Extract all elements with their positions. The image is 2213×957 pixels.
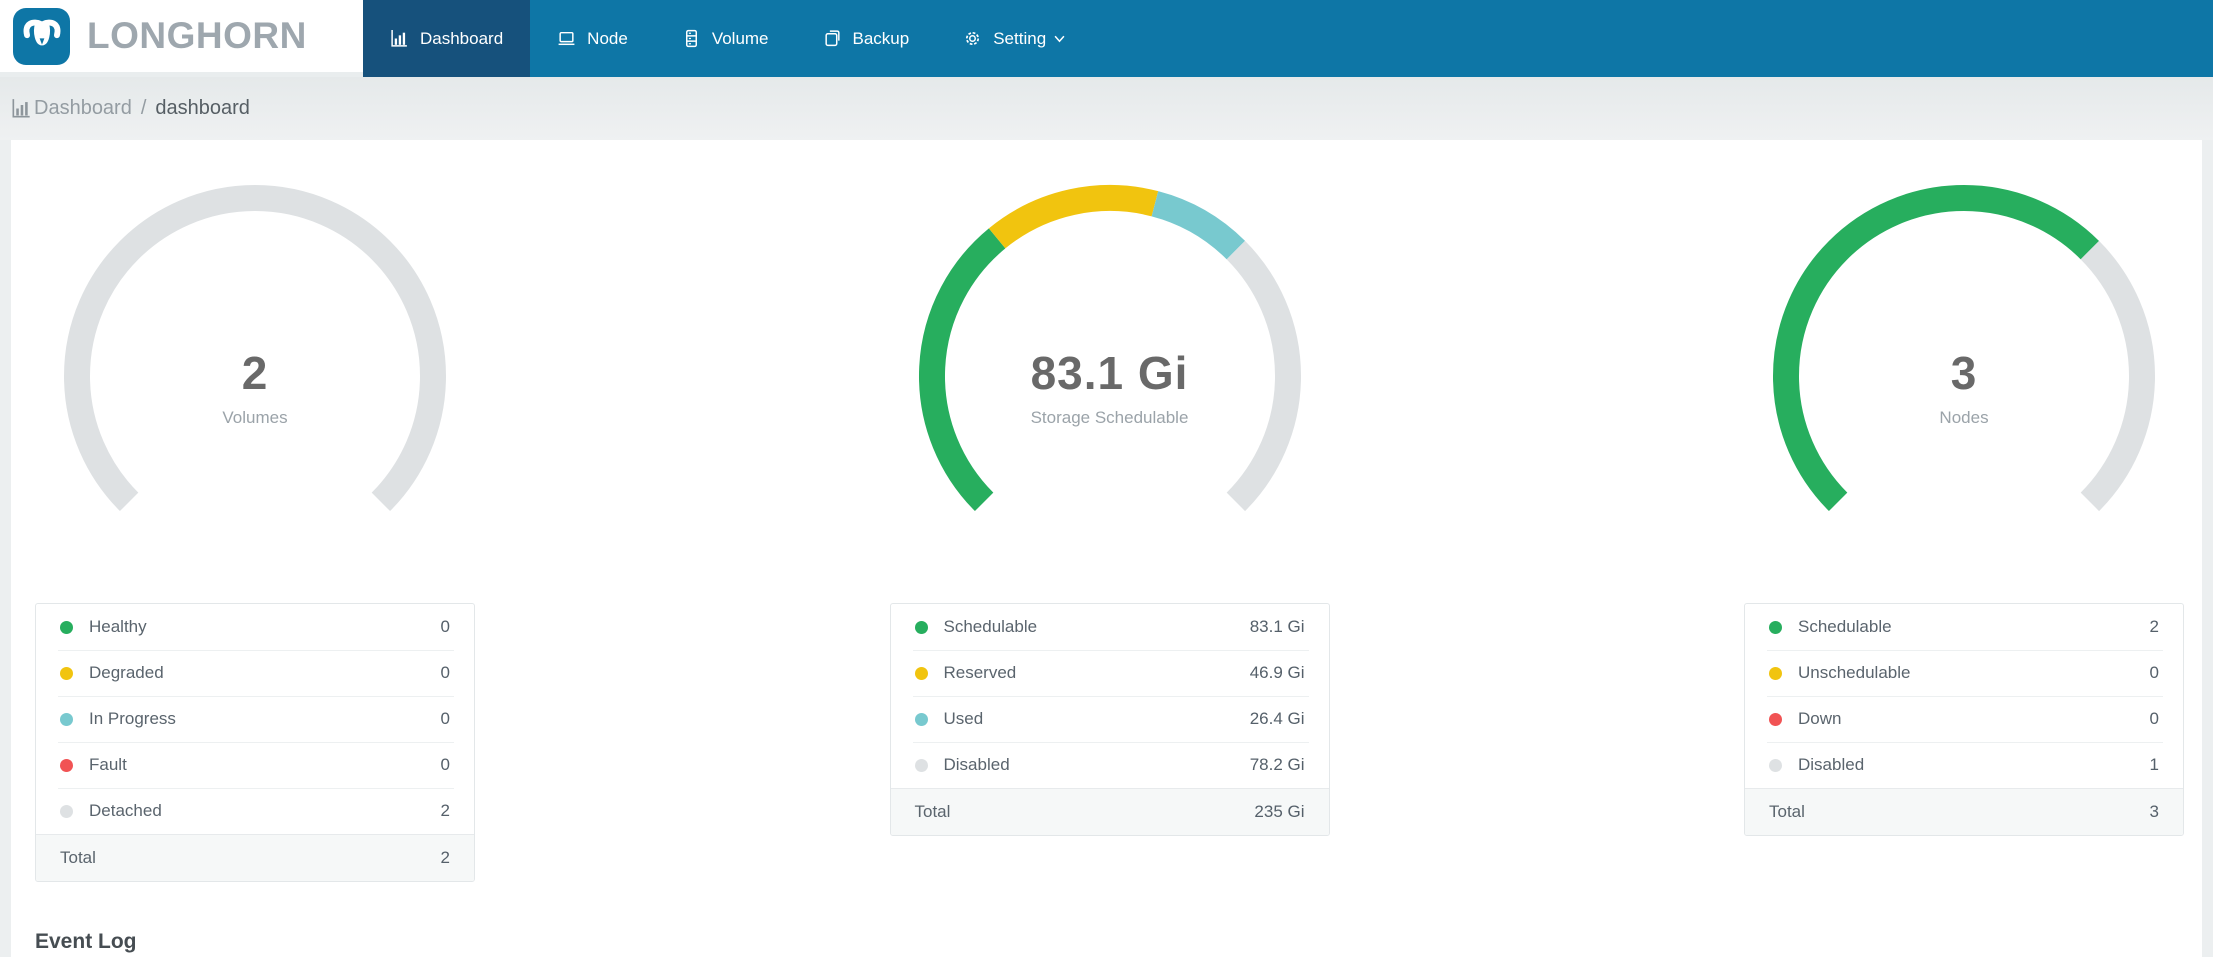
legend-total-row: Total 2 [36, 834, 474, 881]
legend-table: Schedulable 83.1 Gi Reserved 46.9 Gi Used 26.… [889, 603, 1330, 836]
nav-tab-label: Setting [993, 28, 1047, 48]
legend-value: 1 [2149, 755, 2159, 774]
legend-row: Reserved 46.9 Gi [891, 650, 1329, 696]
legend-value: 2 [2149, 617, 2159, 636]
longhorn-bull-icon [13, 7, 70, 65]
event-log-title: Event Log [35, 930, 137, 953]
legend-row: Used 26.4 Gi [891, 696, 1329, 742]
legend-label: Degraded [89, 663, 164, 682]
gauge-column: 3 Nodes Schedulable 2 Unschedulable 0 Down 0 Dis… [1744, 180, 2184, 836]
nav-tab-label: Volume [711, 28, 769, 48]
legend-value: 46.9 Gi [1249, 663, 1305, 682]
nav-tab-label: Backup [852, 28, 910, 48]
legend-total-value: 2 [440, 848, 450, 867]
legend-total-row: Total 235 Gi [890, 788, 1329, 835]
legend-label: Healthy [89, 617, 147, 636]
nav-tab-setting[interactable]: Setting [936, 0, 1092, 77]
dashboard-content: 2 Volumes Healthy 0 Degraded 0 In Progress 0 Fau… [11, 140, 2202, 957]
nav-tab-dashboard[interactable]: Dashboard [363, 0, 531, 77]
legend-color-dot [60, 620, 73, 634]
legend-label: Schedulable [943, 617, 1038, 636]
legend-value: 0 [2149, 663, 2159, 682]
legend-value: 78.2 Gi [1249, 755, 1305, 774]
legend-row: Schedulable 83.1 Gi [891, 604, 1329, 650]
laptop-icon [557, 29, 576, 48]
legend-label: Down [1798, 709, 1842, 728]
legend-color-dot [1769, 620, 1782, 634]
legend-row: Disabled 1 [1745, 742, 2183, 788]
database-icon [682, 29, 701, 48]
legend-label: Reserved [943, 663, 1017, 682]
legend-label: Disabled [1798, 755, 1865, 774]
nav-tab-label: Node [587, 28, 628, 48]
legend-label: Used [943, 709, 984, 728]
breadcrumb-root[interactable]: Dashboard [34, 97, 132, 120]
legend-total-label: Total [914, 802, 951, 821]
legend-row: Degraded 0 [36, 650, 474, 696]
legend-label: Detached [89, 801, 162, 820]
legend-color-dot [1769, 712, 1782, 726]
nav-tab-node[interactable]: Node [530, 0, 655, 77]
nav-tab-volume[interactable]: Volume [655, 0, 796, 77]
nav-tab-backup[interactable]: Backup [796, 0, 937, 77]
legend-row: Healthy 0 [36, 604, 474, 650]
legend-table: Healthy 0 Degraded 0 In Progress 0 Fault 0 Detac… [35, 603, 475, 882]
gauge-columns: 2 Volumes Healthy 0 Degraded 0 In Progress 0 Fau… [35, 180, 2184, 882]
legend-color-dot [914, 666, 928, 680]
legend-row: Disabled 78.2 Gi [891, 742, 1329, 788]
legend-total-row: Total 3 [1745, 788, 2183, 835]
legend-value: 0 [440, 755, 450, 774]
legend-label: Fault [89, 755, 127, 774]
legend-value: 2 [440, 801, 450, 820]
legend-row: Down 0 [1745, 696, 2183, 742]
bar-chart-icon [390, 29, 409, 48]
legend-row: In Progress 0 [36, 696, 474, 742]
bar-chart-icon [11, 98, 32, 119]
legend-row: Fault 0 [36, 742, 474, 788]
legend-color-dot [914, 620, 928, 634]
app-header: LONGHORN Dashboard Node Volume Backup Settin… [0, 0, 2213, 77]
legend-total-value: 3 [2149, 802, 2159, 821]
legend-value: 26.4 Gi [1249, 709, 1305, 728]
legend-value: 0 [440, 663, 450, 682]
gauge-column: 2 Volumes Healthy 0 Degraded 0 In Progress 0 Fau… [35, 180, 475, 882]
legend-color-dot [60, 758, 73, 772]
legend-row: Detached 2 [36, 788, 474, 834]
gear-icon [963, 29, 982, 48]
backup-icon [823, 29, 842, 48]
legend-color-dot [914, 712, 928, 726]
gauge-column: 83.1 Gi Storage Schedulable Schedulable 83.… [889, 180, 1330, 836]
legend-color-dot [1769, 758, 1782, 772]
app-logo[interactable]: LONGHORN [0, 0, 363, 77]
gauge-chart: 3 Nodes [1754, 180, 2174, 540]
nav-tab-label: Dashboard [420, 28, 504, 48]
breadcrumb: Dashboard / dashboard [0, 77, 2213, 140]
gauge-chart: 2 Volumes [45, 180, 465, 540]
legend-value: 0 [2149, 709, 2159, 728]
legend-label: Schedulable [1798, 617, 1892, 636]
legend-row: Unschedulable 0 [1745, 650, 2183, 696]
legend-color-dot [60, 712, 73, 726]
legend-total-value: 235 Gi [1254, 802, 1305, 821]
chevron-down-icon [1054, 35, 1065, 43]
legend-value: 0 [440, 709, 450, 728]
legend-label: Disabled [943, 755, 1010, 774]
main-nav: Dashboard Node Volume Backup Setting [363, 0, 1092, 77]
legend-color-dot [1769, 666, 1782, 680]
legend-total-label: Total [60, 848, 96, 867]
legend-value: 83.1 Gi [1249, 617, 1305, 636]
gauge-chart: 83.1 Gi Storage Schedulable [900, 180, 1320, 540]
legend-label: Unschedulable [1798, 663, 1911, 682]
legend-color-dot [60, 666, 73, 680]
breadcrumb-separator: / [140, 97, 147, 119]
breadcrumb-current: dashboard [155, 97, 250, 119]
legend-total-label: Total [1769, 802, 1805, 821]
legend-value: 0 [440, 617, 450, 636]
legend-label: In Progress [89, 709, 176, 728]
brand-title: LONGHORN [87, 15, 307, 56]
legend-table: Schedulable 2 Unschedulable 0 Down 0 Disabled 1… [1744, 603, 2184, 836]
legend-color-dot [60, 804, 73, 818]
legend-color-dot [914, 758, 928, 772]
legend-row: Schedulable 2 [1745, 604, 2183, 650]
